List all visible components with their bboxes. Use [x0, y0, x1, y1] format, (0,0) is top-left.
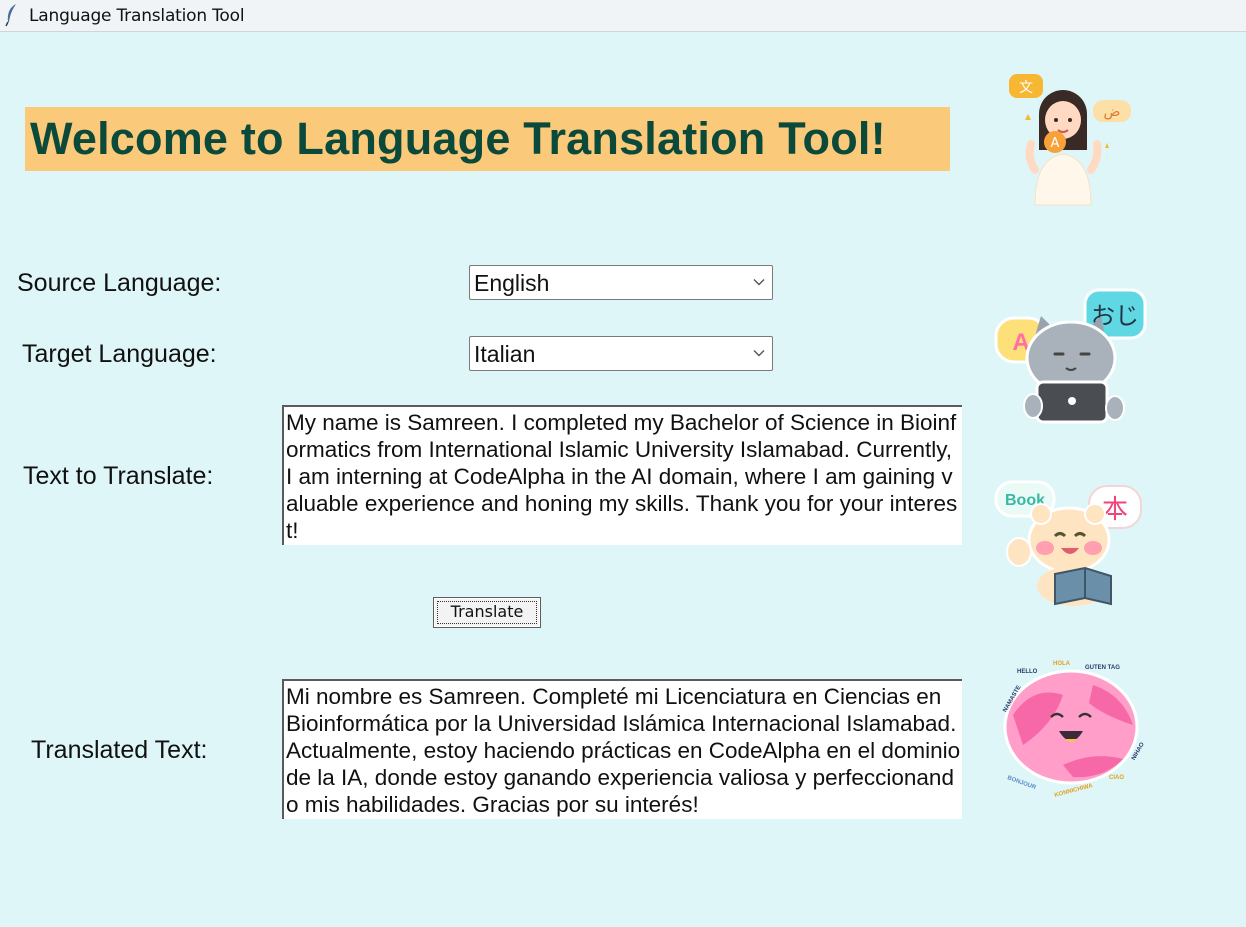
translate-button[interactable]: Translate [433, 597, 541, 628]
greeting-word: GUTEN TAG [1085, 665, 1120, 671]
greeting-word: BONJOUR [1006, 775, 1037, 791]
target-language-label: Target Language: [22, 340, 217, 368]
translated-text-label: Translated Text: [31, 736, 208, 764]
translated-text-area[interactable]: Mi nombre es Samreen. Completé mi Licenc… [282, 679, 962, 819]
bear-bubble-right-text: 本 [1102, 495, 1128, 525]
window-titlebar: Language Translation Tool [0, 0, 1246, 32]
chevron-down-icon [753, 279, 765, 286]
book-icon [1054, 566, 1112, 606]
girl-bubble-center-text: A [1051, 136, 1060, 151]
girl-bubble-right-text: ض [1104, 104, 1121, 120]
source-language-label: Source Language: [17, 269, 222, 297]
chevron-down-icon [753, 350, 765, 357]
source-language-value: English [474, 270, 550, 296]
target-language-select[interactable]: Italian [469, 336, 773, 371]
source-text-area[interactable]: My name is Samreen. I completed my Bache… [282, 405, 962, 545]
welcome-banner: Welcome to Language Translation Tool! [25, 107, 950, 171]
greeting-word: HOLA [1053, 661, 1071, 667]
feather-icon [5, 4, 16, 27]
greeting-word: HELLO [1017, 669, 1038, 675]
source-language-select[interactable]: English [469, 265, 773, 300]
cat-laptop-sticker: A おじ [994, 288, 1147, 424]
target-language-value: Italian [474, 341, 536, 367]
bear-book-sticker: Book 本 [994, 480, 1142, 606]
welcome-heading: Welcome to Language Translation Tool! [30, 113, 886, 164]
window-title: Language Translation Tool [29, 6, 245, 26]
text-to-translate-label: Text to Translate: [23, 462, 214, 490]
globe-greetings-sticker: HELLO HOLA GUTEN TAG NAMASTE NIHAO CIAO … [1002, 661, 1146, 799]
translate-button-label: Translate [450, 602, 524, 621]
greeting-word: KONNICHIWA [1054, 783, 1094, 799]
girl-language-sticker: 文 ض A [1009, 74, 1131, 206]
girl-bubble-left-text: 文 [1019, 80, 1033, 96]
greeting-word: CIAO [1109, 775, 1124, 781]
